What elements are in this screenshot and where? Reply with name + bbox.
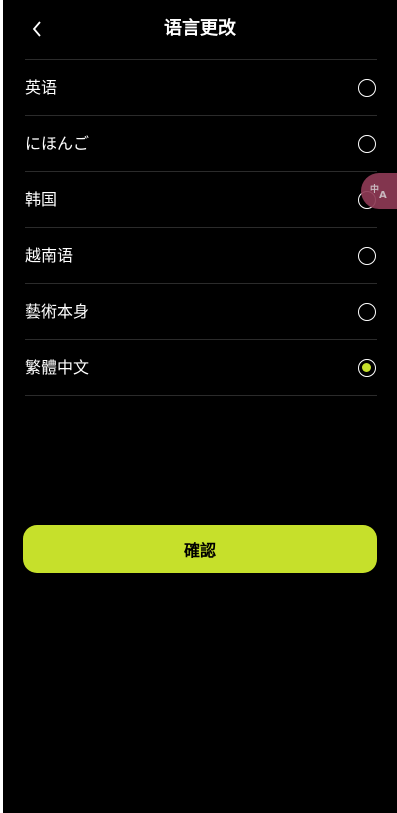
- language-list: 英语 にほんご 韩国 越南语 藝術本身 繁體中文: [25, 59, 377, 396]
- header: 语言更改: [3, 0, 397, 59]
- language-label: 韩国: [25, 189, 58, 209]
- confirm-button[interactable]: 確認: [23, 525, 377, 573]
- radio-button[interactable]: [358, 302, 376, 321]
- language-option-japanese[interactable]: にほんご: [25, 116, 377, 172]
- language-label: にほんご: [25, 133, 90, 153]
- language-option-vietnamese[interactable]: 越南语: [25, 228, 377, 284]
- language-option-traditional-chinese[interactable]: 繁體中文: [25, 340, 377, 396]
- radio-button-selected[interactable]: [358, 358, 376, 377]
- language-screen: 语言更改 英语 にほんご 韩国 越南语 藝術本身 繁體中文 確認: [3, 0, 397, 813]
- svg-text:中: 中: [370, 183, 379, 195]
- language-label: 藝術本身: [25, 301, 90, 321]
- language-label: 越南语: [25, 245, 74, 265]
- language-option-art[interactable]: 藝術本身: [25, 284, 377, 340]
- radio-button[interactable]: [358, 246, 376, 265]
- svg-text:A: A: [379, 190, 387, 201]
- language-label: 英语: [25, 77, 58, 97]
- language-option-korean[interactable]: 韩国: [25, 172, 377, 228]
- radio-button[interactable]: [358, 78, 376, 97]
- language-label: 繁體中文: [25, 357, 90, 377]
- radio-button[interactable]: [358, 134, 376, 153]
- language-option-english[interactable]: 英语: [25, 60, 377, 116]
- page-title: 语言更改: [164, 18, 236, 39]
- translate-button[interactable]: 中 A: [361, 173, 397, 209]
- translate-icon: 中 A: [370, 183, 387, 201]
